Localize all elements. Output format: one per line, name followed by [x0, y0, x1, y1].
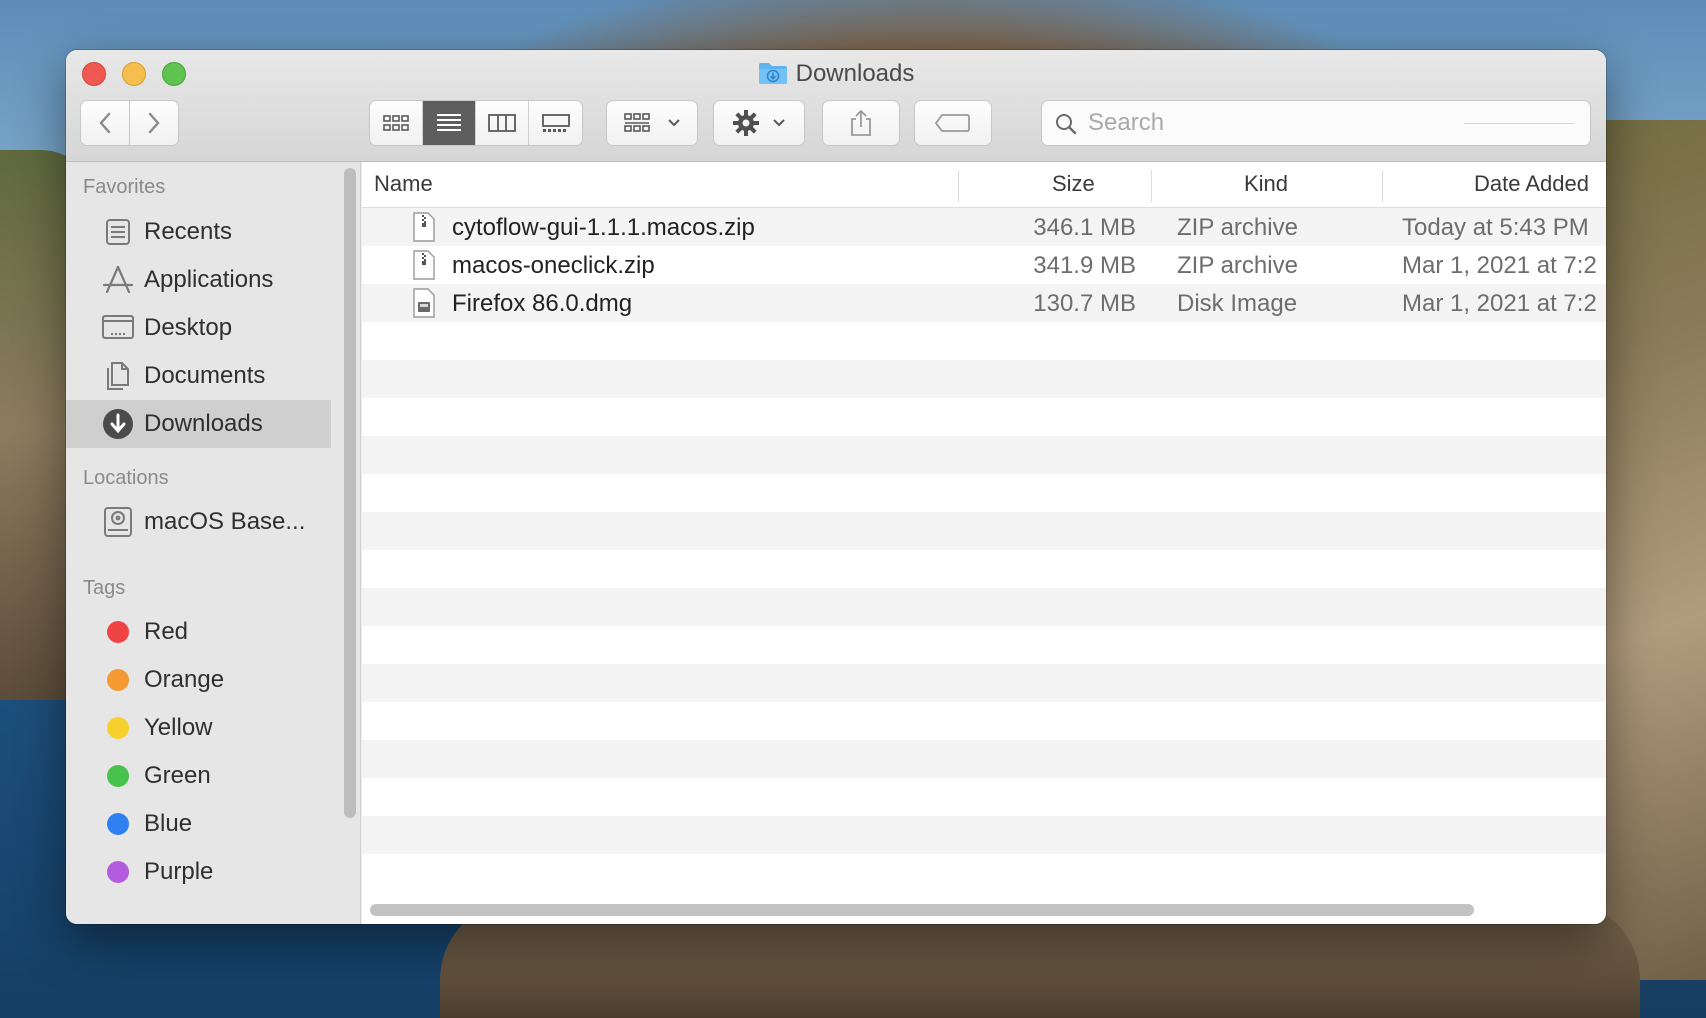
column-header-row: Name Size Kind Date Added [362, 162, 1606, 208]
sidebar-item-macos-disk[interactable]: macOS Base... [66, 498, 331, 546]
downloads-icon [100, 406, 136, 442]
chevron-down-icon [773, 119, 785, 127]
forward-button[interactable] [129, 100, 179, 146]
sidebar-item-label: Orange [144, 666, 225, 693]
list-lines-icon [437, 114, 461, 131]
sidebar-item-recents[interactable]: Recents [66, 208, 331, 256]
column-header-name[interactable]: Name [374, 171, 433, 197]
column-header-size[interactable]: Size [1052, 171, 1095, 197]
icon-view-button[interactable] [370, 101, 423, 145]
column-header-kind[interactable]: Kind [1244, 171, 1288, 197]
chevron-left-icon [99, 112, 111, 134]
view-mode-control [369, 100, 583, 146]
file-date-added: Mar 1, 2021 at 7:2 [1402, 252, 1597, 279]
finder-window: Downloads Search Favorites Recents Appli… [66, 50, 1606, 924]
column-header-date-added[interactable]: Date Added [1474, 171, 1589, 197]
file-list: Name Size Kind Date Added cytoflow-gui-1… [362, 162, 1606, 924]
file-kind: ZIP archive [1177, 252, 1298, 279]
downloads-folder-icon [758, 63, 787, 84]
tag-button[interactable] [914, 100, 992, 146]
table-row[interactable]: cytoflow-gui-1.1.1.macos.zip 346.1 MB ZI… [362, 208, 1606, 246]
file-size: 130.7 MB [1033, 290, 1136, 317]
file-size: 346.1 MB [1033, 214, 1136, 241]
sidebar-item-documents[interactable]: Documents [66, 352, 331, 400]
sidebar-item-label: Yellow [144, 714, 213, 741]
file-name: cytoflow-gui-1.1.1.macos.zip [452, 214, 755, 241]
tag-icon [934, 114, 970, 132]
icon-grid-icon [383, 115, 409, 131]
sidebar-heading-locations: Locations [83, 467, 169, 489]
search-divider [1464, 123, 1574, 124]
sidebar-item-label: Recents [144, 218, 233, 245]
desktop-icon [100, 310, 136, 346]
share-icon [851, 109, 871, 136]
gallery-icon [541, 114, 570, 132]
sidebar-item-label: Red [144, 618, 189, 645]
window-title-text: Downloads [795, 60, 915, 87]
list-view-button[interactable] [423, 101, 476, 145]
table-row[interactable]: macos-oneclick.zip 341.9 MB ZIP archive … [362, 246, 1606, 284]
sidebar-item-label: Documents [144, 362, 266, 389]
file-date-added: Today at 5:43 PM [1402, 214, 1589, 241]
gear-icon [733, 110, 759, 136]
sidebar-tag-orange[interactable]: Orange [66, 656, 331, 704]
action-menu-button[interactable] [713, 100, 805, 146]
sidebar-item-label: Desktop [144, 314, 233, 341]
sidebar-item-label: Green [144, 762, 211, 789]
sidebar-tag-blue[interactable]: Blue [66, 800, 331, 848]
back-button[interactable] [80, 100, 130, 146]
sidebar-item-label: macOS Base... [144, 508, 306, 535]
chevron-right-icon [148, 112, 160, 134]
purple-tag-dot-icon [107, 861, 129, 883]
green-tag-dot-icon [107, 765, 129, 787]
group-by-dropdown[interactable] [606, 100, 698, 146]
column-view-button[interactable] [476, 101, 529, 145]
applications-icon [100, 262, 136, 298]
zip-file-icon [413, 212, 435, 242]
chevron-down-icon [668, 119, 680, 127]
disk-icon [100, 504, 136, 540]
yellow-tag-dot-icon [107, 717, 129, 739]
sidebar-item-label: Blue [144, 810, 193, 837]
file-kind: ZIP archive [1177, 214, 1298, 241]
red-tag-dot-icon [107, 621, 129, 643]
file-name: macos-oneclick.zip [452, 252, 655, 279]
sidebar-heading-tags: Tags [83, 577, 126, 599]
group-grid-icon [624, 113, 650, 132]
sidebar-tag-green[interactable]: Green [66, 752, 331, 800]
table-row[interactable]: Firefox 86.0.dmg 130.7 MB Disk Image Mar… [362, 284, 1606, 322]
file-kind: Disk Image [1177, 290, 1298, 317]
sidebar-item-label: Applications [144, 266, 274, 293]
sidebar: Favorites Recents Applications Desktop D… [66, 162, 361, 924]
sidebar-item-applications[interactable]: Applications [66, 256, 331, 304]
sidebar-item-label: Purple [144, 858, 214, 885]
disk-image-file-icon [413, 288, 435, 318]
sidebar-tag-red[interactable]: Red [66, 608, 331, 656]
file-name: Firefox 86.0.dmg [452, 290, 633, 317]
sidebar-tag-purple[interactable]: Purple [66, 848, 331, 896]
blue-tag-dot-icon [107, 813, 129, 835]
file-size: 341.9 MB [1033, 252, 1136, 279]
title-bar: Downloads [66, 50, 1606, 162]
columns-icon [488, 114, 516, 132]
sidebar-item-downloads[interactable]: Downloads [66, 400, 331, 448]
window-title: Downloads [66, 60, 1606, 88]
orange-tag-dot-icon [107, 669, 129, 691]
search-icon [1056, 114, 1077, 135]
recents-icon [100, 214, 136, 250]
file-date-added: Mar 1, 2021 at 7:2 [1402, 290, 1597, 317]
zip-file-icon [413, 250, 435, 280]
search-field[interactable] [1041, 100, 1591, 146]
sidebar-scrollbar[interactable] [344, 168, 356, 818]
sidebar-item-desktop[interactable]: Desktop [66, 304, 331, 352]
documents-icon [100, 358, 136, 394]
horizontal-scrollbar[interactable] [370, 904, 1474, 916]
sidebar-item-label: Downloads [144, 410, 263, 437]
search-input[interactable] [1088, 107, 1528, 139]
gallery-view-button[interactable] [529, 101, 582, 145]
share-button[interactable] [822, 100, 900, 146]
sidebar-tag-yellow[interactable]: Yellow [66, 704, 331, 752]
sidebar-heading-favorites: Favorites [83, 176, 166, 198]
